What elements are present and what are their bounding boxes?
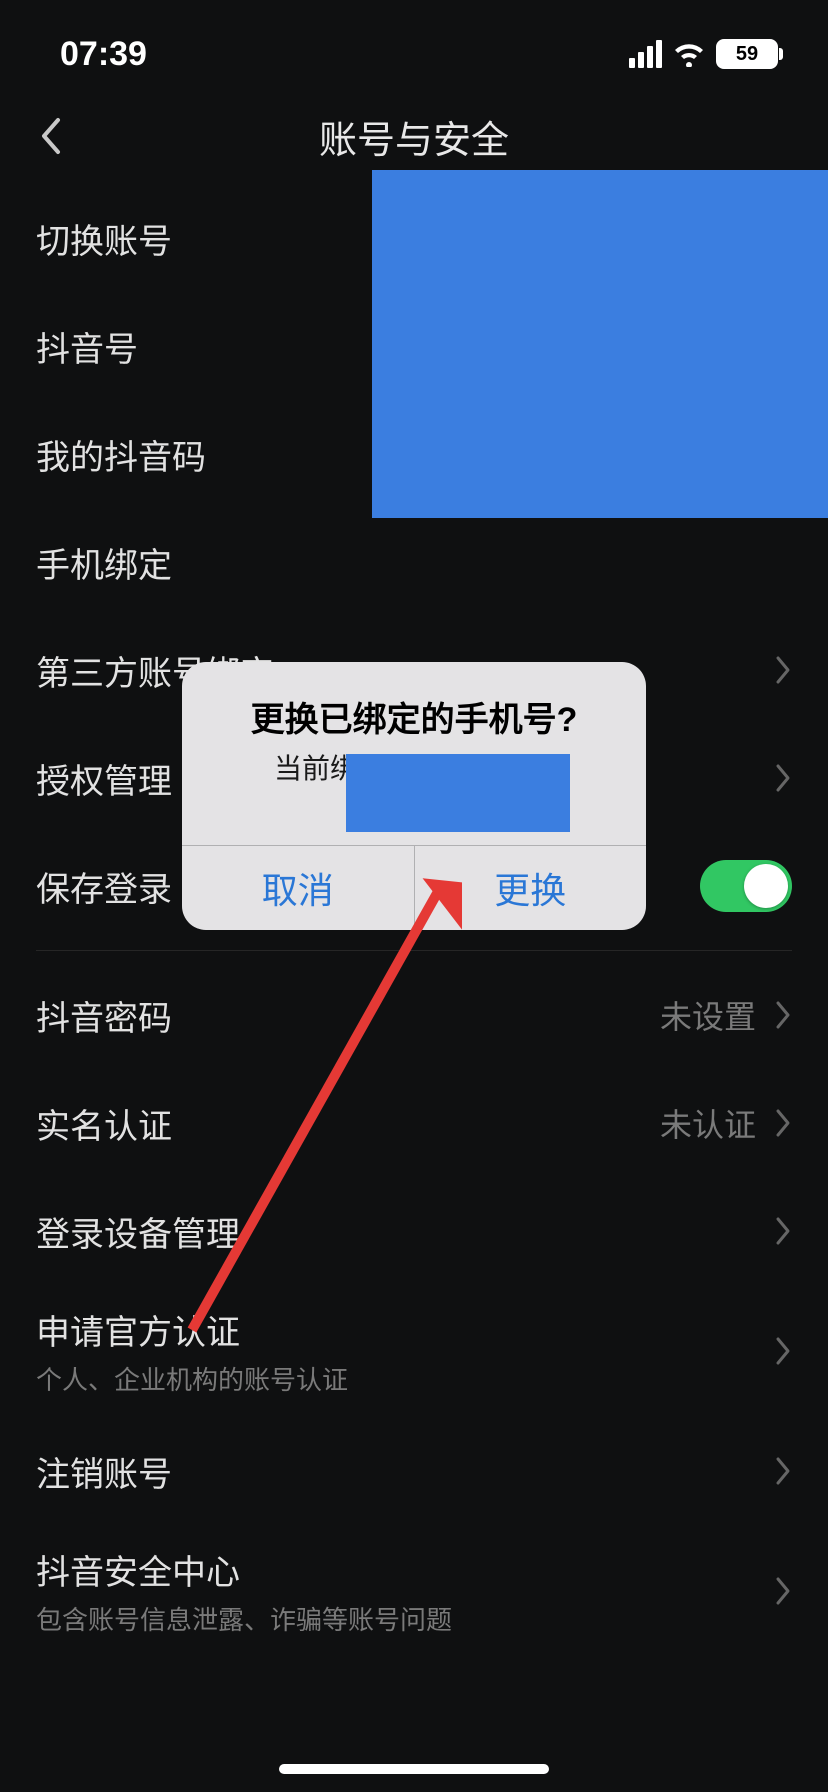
status-time: 07:39 [60, 35, 147, 74]
status-bar: 07:39 59 [0, 0, 828, 88]
toggle-knob [744, 864, 788, 908]
divider [36, 950, 792, 951]
chevron-right-icon [774, 655, 792, 685]
row-phone-binding[interactable]: 手机绑定 [0, 508, 828, 616]
chevron-right-icon [774, 1456, 792, 1486]
row-label: 申请官方认证 [36, 1305, 348, 1354]
confirm-button[interactable]: 更换 [414, 846, 647, 930]
row-label: 授权管理 [36, 754, 172, 803]
row-label: 手机绑定 [36, 538, 172, 587]
cancel-button[interactable]: 取消 [182, 846, 414, 930]
row-label: 抖音密码 [36, 991, 172, 1040]
row-realname[interactable]: 实名认证 未认证 [0, 1069, 828, 1177]
dialog-title: 更换已绑定的手机号? [202, 692, 626, 741]
row-security-center[interactable]: 抖音安全中心 包含账号信息泄露、诈骗等账号问题 [0, 1525, 828, 1657]
row-official-verify[interactable]: 申请官方认证 个人、企业机构的账号认证 [0, 1285, 828, 1417]
chevron-right-icon [774, 1108, 792, 1138]
chevron-right-icon [774, 763, 792, 793]
row-label: 登录设备管理 [36, 1207, 240, 1256]
row-sublabel: 个人、企业机构的账号认证 [36, 1360, 348, 1397]
chevron-right-icon [774, 1336, 792, 1366]
redaction-block [346, 754, 570, 832]
row-delete-account[interactable]: 注销账号 [0, 1417, 828, 1525]
page-title: 账号与安全 [319, 109, 509, 164]
row-password[interactable]: 抖音密码 未设置 [0, 961, 828, 1069]
dialog-body: 更换已绑定的手机号? 当前绑定的手机号码为 13 [182, 662, 646, 845]
save-login-toggle[interactable] [700, 860, 792, 912]
home-indicator [279, 1764, 549, 1774]
battery-icon: 59 [716, 39, 778, 69]
row-label: 保存登录 [36, 862, 172, 911]
redaction-block [372, 170, 828, 518]
row-sublabel: 包含账号信息泄露、诈骗等账号问题 [36, 1600, 452, 1637]
row-label: 抖音安全中心 [36, 1545, 452, 1594]
chevron-right-icon [774, 1576, 792, 1606]
row-label: 抖音号 [36, 322, 138, 371]
back-button[interactable] [30, 116, 70, 156]
change-phone-dialog: 更换已绑定的手机号? 当前绑定的手机号码为 13 取消 更换 [182, 662, 646, 930]
chevron-right-icon [774, 1000, 792, 1030]
row-devices[interactable]: 登录设备管理 [0, 1177, 828, 1285]
dialog-buttons: 取消 更换 [182, 845, 646, 930]
row-label: 切换账号 [36, 214, 172, 263]
signal-icon [629, 40, 662, 68]
row-label: 注销账号 [36, 1447, 172, 1496]
status-right: 59 [629, 39, 778, 69]
row-label: 我的抖音码 [36, 430, 206, 479]
row-label: 实名认证 [36, 1099, 172, 1148]
chevron-right-icon [774, 1216, 792, 1246]
chevron-left-icon [38, 116, 62, 156]
row-value: 未认证 [660, 1100, 756, 1146]
wifi-icon [672, 41, 706, 67]
row-value: 未设置 [660, 992, 756, 1038]
